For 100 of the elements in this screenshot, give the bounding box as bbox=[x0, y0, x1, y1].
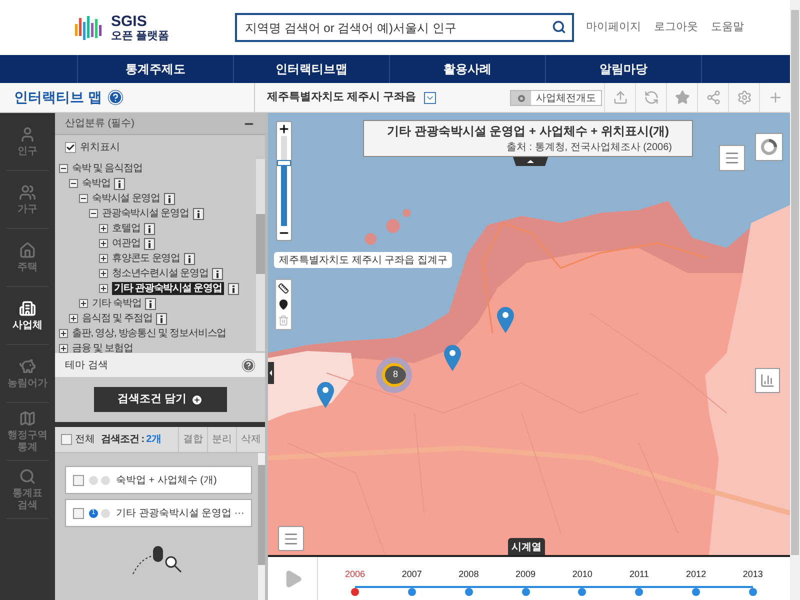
expand-icon[interactable] bbox=[99, 224, 108, 233]
map-marker-icon[interactable] bbox=[317, 382, 334, 408]
info-icon[interactable] bbox=[114, 178, 126, 190]
marker-icon[interactable] bbox=[278, 299, 289, 310]
add-condition-button[interactable]: 검색조건 담기 bbox=[94, 387, 226, 412]
chart-button[interactable] bbox=[755, 368, 780, 393]
expand-icon[interactable] bbox=[79, 299, 88, 308]
expand-icon[interactable] bbox=[59, 344, 68, 353]
building-icon bbox=[19, 300, 36, 316]
expand-icon[interactable] bbox=[99, 239, 108, 248]
expand-icon[interactable] bbox=[59, 329, 68, 338]
map-title-card: 기타 관광숙박시설 운영업 + 사업체수 + 위치표시(개) 출처 : 통계청, 전국사업체조사 (2006) bbox=[363, 120, 693, 157]
search-icon bbox=[19, 468, 36, 484]
expand-icon[interactable] bbox=[69, 314, 78, 323]
header-link[interactable]: 마이페이지 bbox=[586, 19, 641, 36]
info-icon[interactable] bbox=[184, 252, 195, 264]
tree-item[interactable]: 휴양콘도 운영업 bbox=[112, 252, 180, 265]
timeline-year[interactable]: 2007 bbox=[394, 568, 429, 600]
location-checkbox[interactable] bbox=[65, 142, 76, 152]
collapse-icon[interactable] bbox=[89, 209, 98, 218]
checkbox[interactable] bbox=[73, 474, 84, 486]
page-title: 인터랙티브 맵 bbox=[14, 88, 102, 107]
area-tooltip: 제주특별자치도 제주시 구좌읍 집계구 bbox=[274, 252, 452, 268]
menu-icon bbox=[724, 150, 740, 166]
sidebar-item[interactable]: 사업체 bbox=[6, 287, 49, 345]
timeline-tab[interactable]: 시계열 bbox=[508, 538, 545, 555]
dropdown-button[interactable] bbox=[424, 92, 436, 104]
map-icon bbox=[19, 410, 36, 426]
scrollbar[interactable] bbox=[256, 159, 265, 351]
help-icon[interactable] bbox=[108, 90, 123, 105]
side-panel-tab-icon[interactable] bbox=[268, 362, 274, 384]
tree-item[interactable]: 숙박업 bbox=[82, 177, 110, 190]
condition-count: 2개 bbox=[146, 433, 162, 447]
select-all-checkbox[interactable] bbox=[61, 434, 72, 445]
ruler-icon[interactable] bbox=[278, 283, 289, 294]
timeline-year[interactable]: 2006 bbox=[338, 568, 372, 600]
tree-item[interactable]: 여관업 bbox=[112, 237, 140, 250]
family-icon bbox=[19, 184, 36, 200]
timeline-year[interactable]: 2012 bbox=[679, 568, 714, 600]
timeline-year[interactable]: 2013 bbox=[736, 568, 770, 600]
info-icon[interactable] bbox=[145, 298, 156, 310]
island-drawing bbox=[364, 209, 410, 245]
menu-button[interactable] bbox=[278, 526, 304, 551]
info-icon[interactable] bbox=[164, 192, 175, 204]
header-link[interactable]: 로그아웃 bbox=[654, 19, 698, 36]
region-label: 제주특별자치도 제주시 구좌읍 bbox=[267, 90, 416, 106]
map-marker-icon[interactable] bbox=[444, 345, 461, 371]
header-link[interactable]: 도움말 bbox=[711, 19, 744, 36]
search-field[interactable]: 지역명 검색어 or 검색어 예)서울시 인구 bbox=[235, 13, 574, 42]
bar-chart-icon bbox=[760, 373, 775, 388]
condition-count-label: 검색조건 : bbox=[101, 433, 144, 447]
scrollbar[interactable] bbox=[258, 453, 265, 600]
tree-item[interactable]: 호텔업 bbox=[112, 222, 140, 235]
theme-search-label: 테마 검색 bbox=[65, 358, 108, 372]
checkbox-label: 위치표시 bbox=[80, 140, 120, 154]
page-scrollbar[interactable] bbox=[790, 0, 800, 600]
timeline-year[interactable]: 2010 bbox=[565, 568, 600, 600]
chart-type-button[interactable] bbox=[755, 133, 783, 161]
info-icon[interactable] bbox=[212, 268, 224, 280]
search-icon[interactable] bbox=[552, 20, 566, 34]
timeline-year[interactable]: 2009 bbox=[508, 568, 543, 600]
tree-item[interactable]: 관광숙박시설 운영업 bbox=[102, 207, 189, 220]
info-icon[interactable] bbox=[144, 238, 156, 250]
logo-title: SGIS bbox=[111, 14, 148, 28]
layer-toggle[interactable]: 사업체전개도 bbox=[510, 90, 602, 106]
timeline-year[interactable]: 2008 bbox=[452, 568, 486, 600]
expand-icon[interactable] bbox=[99, 284, 108, 293]
logo-subtitle: 오픈 플랫폼 bbox=[111, 30, 170, 42]
tree-item[interactable]: 숙박 및 음식점업 bbox=[72, 162, 142, 175]
tree-item[interactable]: 기타 관광숙박시설 운영업 bbox=[112, 282, 224, 295]
collapse-icon[interactable] bbox=[79, 194, 88, 203]
legend-button[interactable] bbox=[719, 145, 745, 171]
tree-item[interactable]: 청소년수련시설 운영업 bbox=[112, 267, 208, 280]
help-icon[interactable] bbox=[242, 358, 255, 372]
condition-card[interactable]: 숙박업 + 사업체수 (개) bbox=[65, 466, 252, 494]
menu-icon bbox=[283, 530, 299, 546]
timeline-year[interactable]: 2011 bbox=[622, 568, 656, 600]
tree-item[interactable]: 숙박시설 운영업 bbox=[92, 192, 160, 205]
tree-item[interactable]: 출판, 영상, 방송통신 및 정보서비스업 bbox=[72, 327, 226, 340]
condition-label: 숙박업 + 사업체수 (개) bbox=[116, 474, 217, 488]
info-icon[interactable] bbox=[144, 222, 156, 234]
tree-item[interactable]: 금융 및 보험업 bbox=[72, 342, 133, 355]
collapse-icon[interactable] bbox=[59, 164, 68, 173]
tree-item[interactable]: 기타 숙박업 bbox=[92, 297, 142, 310]
checkbox-label: 전체 bbox=[75, 433, 95, 447]
info-icon[interactable] bbox=[228, 282, 239, 294]
collapse-icon[interactable] bbox=[69, 179, 78, 188]
expand-icon[interactable] bbox=[99, 269, 108, 278]
checkbox[interactable] bbox=[73, 508, 84, 518]
info-icon[interactable] bbox=[192, 208, 204, 220]
collapse-tab-icon[interactable] bbox=[513, 157, 548, 166]
zoom-in-icon[interactable] bbox=[278, 123, 290, 135]
info-icon[interactable] bbox=[156, 312, 168, 324]
condition-label: 기타 관광숙박시설 운영업 ··· bbox=[116, 506, 244, 520]
tree-item[interactable]: 음식점 및 주점업 bbox=[82, 312, 152, 325]
pig-icon bbox=[19, 358, 36, 374]
zoom-slider-thumb[interactable] bbox=[277, 160, 291, 166]
expand-icon[interactable] bbox=[99, 254, 108, 263]
donut-icon bbox=[760, 138, 778, 156]
map-marker-icon[interactable] bbox=[497, 307, 514, 333]
